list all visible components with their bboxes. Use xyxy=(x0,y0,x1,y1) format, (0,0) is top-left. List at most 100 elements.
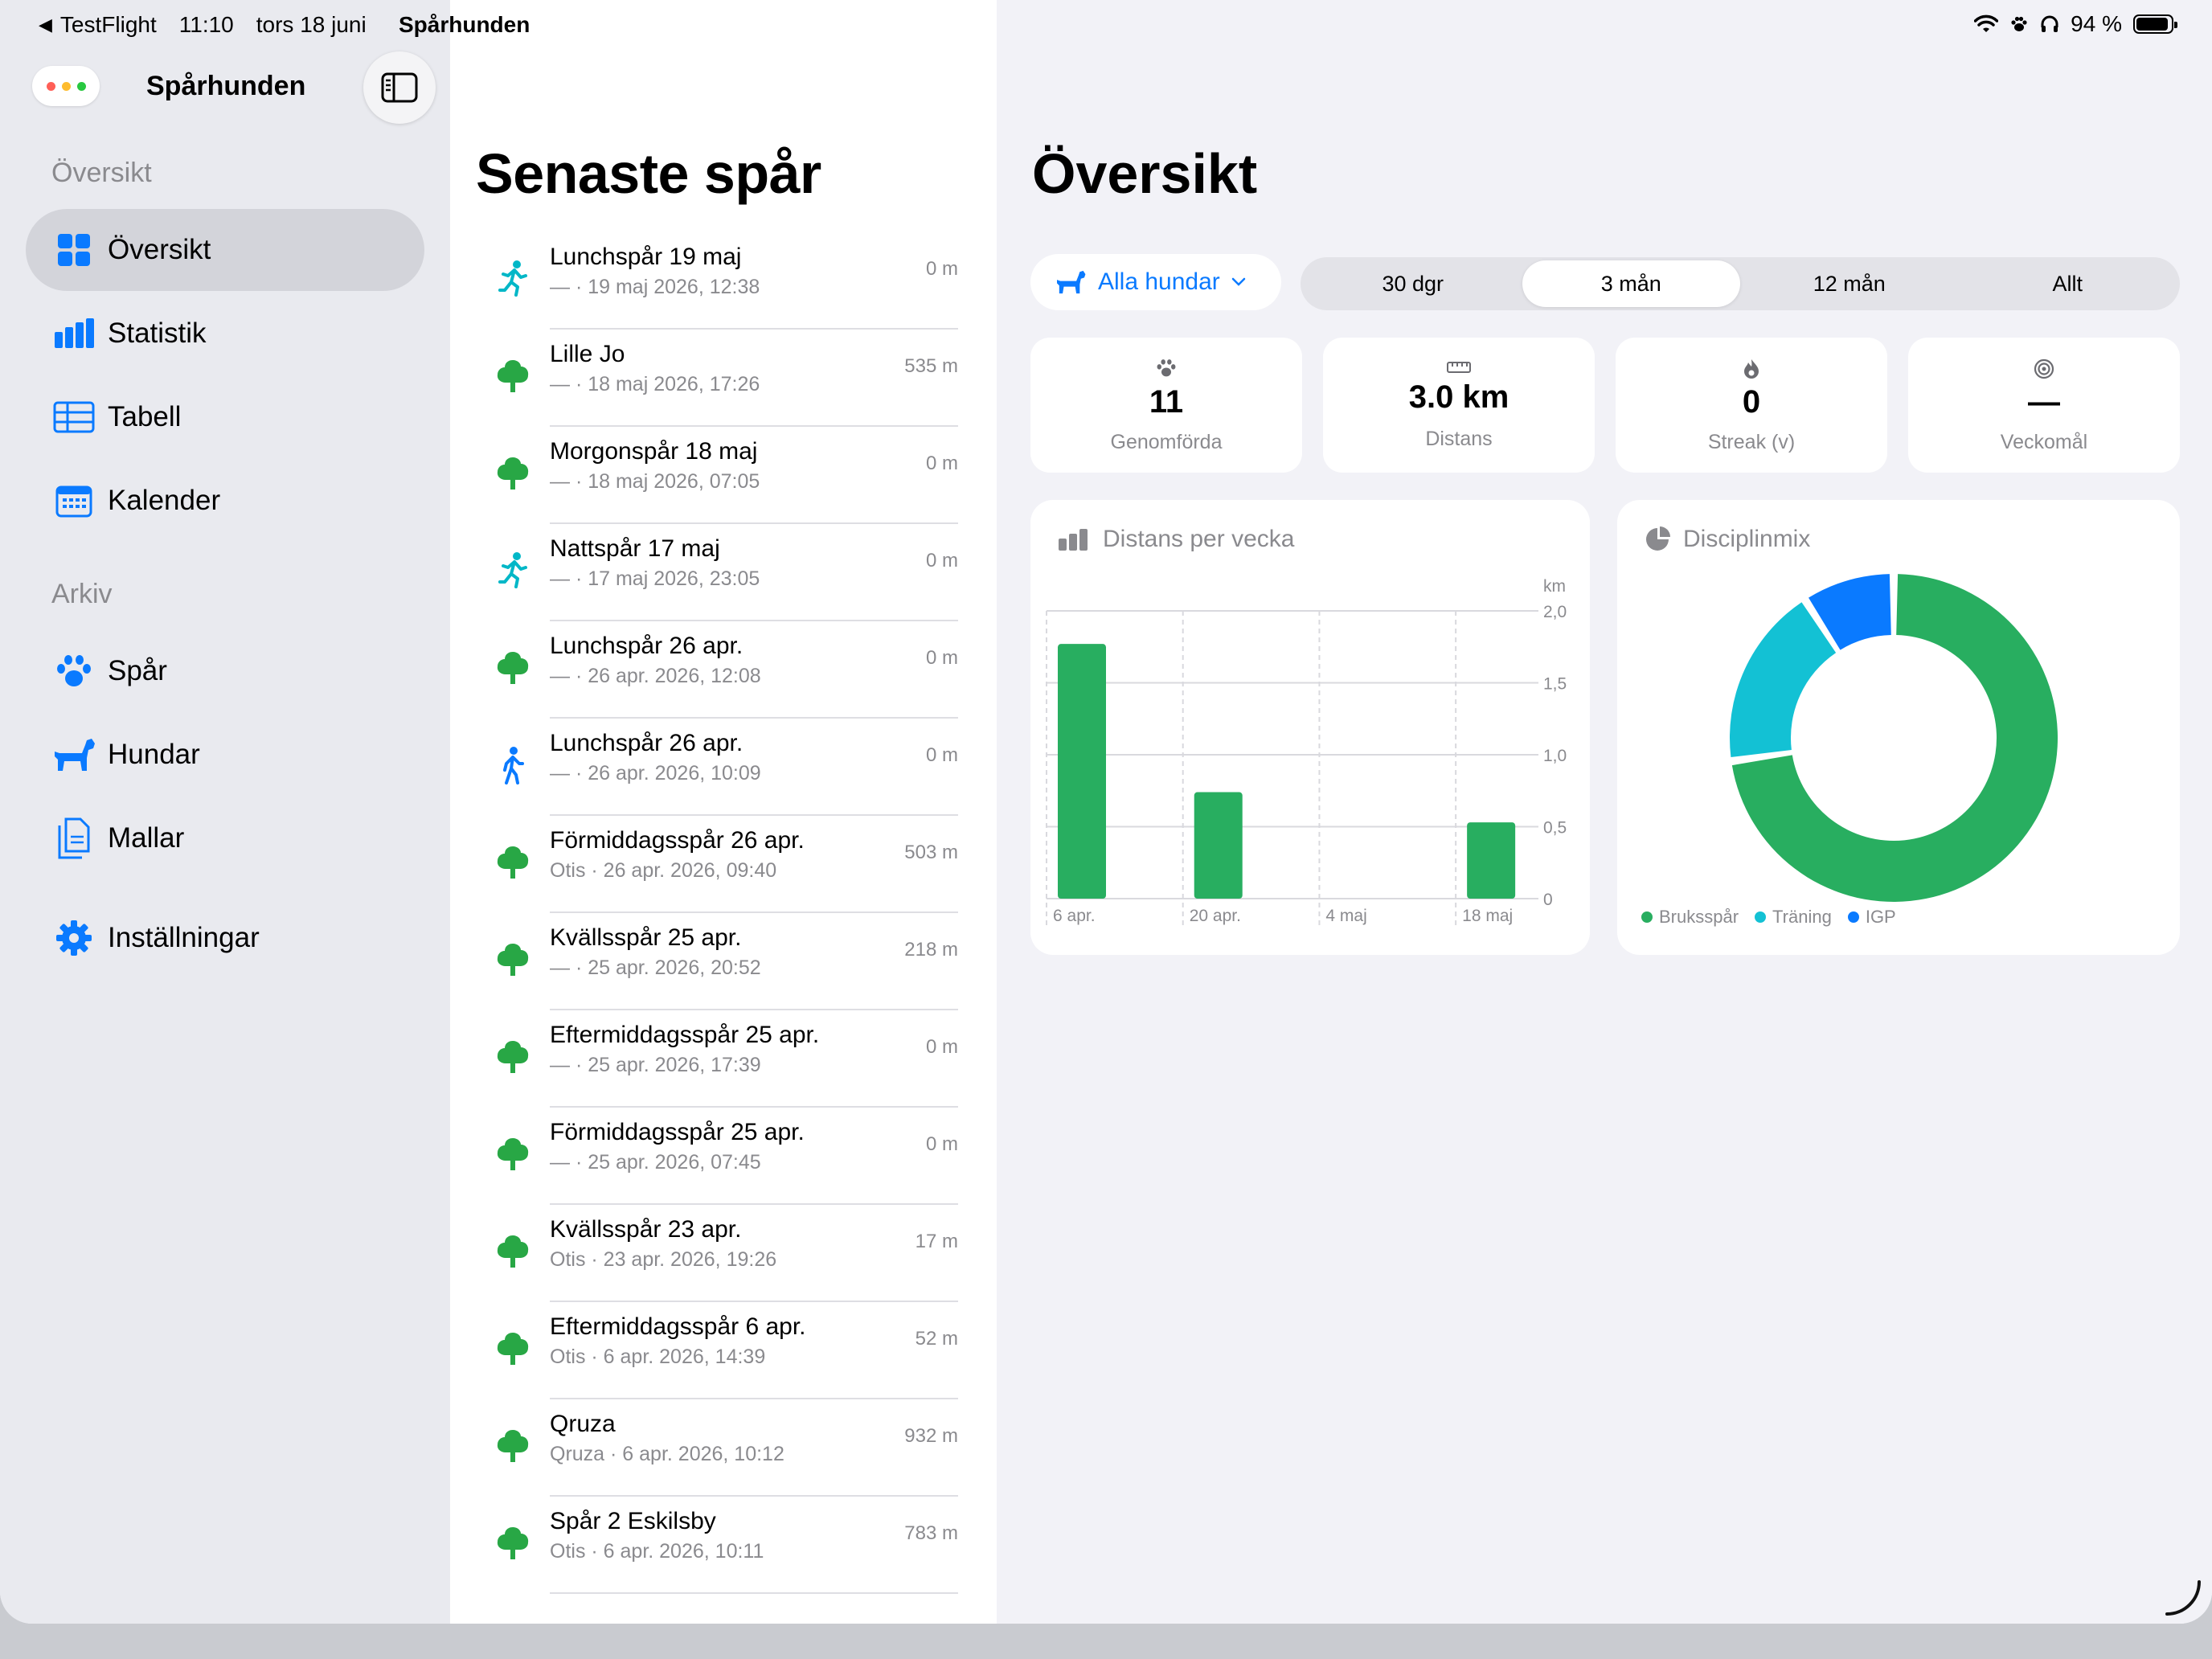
stat-value: 11 xyxy=(1149,384,1184,420)
sidebar-item-mallar[interactable]: Mallar xyxy=(26,797,424,879)
sidebar-item-spar[interactable]: Spår xyxy=(26,630,424,712)
dog-filter-picker[interactable]: Alla hundar xyxy=(1030,254,1281,310)
minimize-dot-icon[interactable] xyxy=(61,81,71,91)
trail-name: Lunchspår 19 maj xyxy=(550,244,742,270)
stat-label: Veckomål xyxy=(2000,431,2088,453)
trail-row[interactable]: Kvällsspår 23 apr. Otis · 23 apr. 2026, … xyxy=(450,1205,997,1302)
legend-swatch xyxy=(1641,911,1653,923)
sidebar-item-installningar[interactable]: Inställningar xyxy=(26,897,424,979)
trail-row[interactable]: Eftermiddagsspår 6 apr. Otis · 6 apr. 20… xyxy=(450,1302,997,1399)
y-axis-unit: km xyxy=(1543,577,1566,596)
period-segmented-control: 30 dgr 3 mån 12 mån Allt xyxy=(1301,257,2180,310)
legend-swatch xyxy=(1755,911,1767,923)
trail-row[interactable]: Morgonspår 18 maj — · 18 maj 2026, 07:05… xyxy=(450,427,997,524)
tree-icon xyxy=(490,1034,535,1079)
trail-meta: Otis · 26 apr. 2026, 09:40 xyxy=(550,859,777,882)
period-3m[interactable]: 3 mån xyxy=(1522,260,1740,307)
headphones-icon xyxy=(2041,15,2058,32)
sidebar-item-label: Översikt xyxy=(108,234,211,265)
period-all[interactable]: Allt xyxy=(1959,260,2177,307)
sidebar-item-statistik[interactable]: Statistik xyxy=(26,293,424,375)
trail-meta: — · 18 maj 2026, 07:05 xyxy=(550,470,760,493)
y-tick-label: 0,5 xyxy=(1543,819,1567,838)
page-title: Senaste spår xyxy=(476,142,821,205)
stat-label: Distans xyxy=(1425,428,1493,450)
period-12m[interactable]: 12 mån xyxy=(1740,260,1959,307)
trail-row[interactable]: Lunchspår 26 apr. — · 26 apr. 2026, 10:0… xyxy=(450,719,997,816)
app-window: ◀ TestFlight 11:10 tors 18 juni Spårhund… xyxy=(0,0,2212,1624)
tree-icon xyxy=(490,1132,535,1177)
sidebar-item-hundar[interactable]: Hundar xyxy=(26,714,424,796)
trail-row[interactable]: Eftermiddagsspår 25 apr. — · 25 apr. 202… xyxy=(450,1010,997,1108)
trail-distance: 17 m xyxy=(915,1231,958,1252)
sidebar-item-label: Statistik xyxy=(108,317,207,349)
zoom-dot-icon[interactable] xyxy=(76,81,86,91)
ruler-icon xyxy=(1447,362,1471,373)
trail-name: Morgonspår 18 maj xyxy=(550,438,758,465)
document-icon xyxy=(51,816,96,861)
trail-row[interactable]: Förmiddagsspår 25 apr. — · 25 apr. 2026,… xyxy=(450,1108,997,1205)
period-30d[interactable]: 30 dgr xyxy=(1304,260,1522,307)
trail-name: Spår 2 Eskilsby xyxy=(550,1508,716,1534)
trail-distance: 52 m xyxy=(915,1328,958,1350)
trail-distance: 0 m xyxy=(925,258,958,280)
close-dot-icon[interactable] xyxy=(46,81,55,91)
sidebar-toggle-icon xyxy=(381,72,418,103)
stat-value: — xyxy=(2028,384,2060,420)
stat-label: Genomförda xyxy=(1110,431,1223,453)
trail-row[interactable]: Lunchspår 19 maj — · 19 maj 2026, 12:38 … xyxy=(450,232,997,330)
trail-name: Förmiddagsspår 26 apr. xyxy=(550,827,805,854)
trail-row[interactable]: Lille Jo — · 18 maj 2026, 17:26 535 m xyxy=(450,330,997,427)
paw-icon xyxy=(51,649,96,694)
sidebar-item-tabell[interactable]: Tabell xyxy=(26,376,424,458)
tree-icon xyxy=(490,840,535,885)
battery-icon xyxy=(2133,14,2177,34)
trail-row[interactable]: Spår 2 Eskilsby Otis · 6 apr. 2026, 10:1… xyxy=(450,1497,997,1594)
sidebar-item-kalender[interactable]: Kalender xyxy=(26,460,424,542)
trail-row[interactable]: Qruza Qruza · 6 apr. 2026, 10:12 932 m xyxy=(450,1399,997,1497)
trail-distance: 535 m xyxy=(904,355,958,377)
trail-row[interactable]: Förmiddagsspår 26 apr. Otis · 26 apr. 20… xyxy=(450,816,997,913)
resize-handle-icon[interactable] xyxy=(2157,1575,2206,1624)
legend-swatch xyxy=(1847,911,1859,923)
stat-card-distance: 3.0 km Distans xyxy=(1323,338,1595,473)
trail-name: Lunchspår 26 apr. xyxy=(550,730,743,756)
trail-distance: 783 m xyxy=(904,1522,958,1544)
trail-row[interactable]: Lunchspår 26 apr. — · 26 apr. 2026, 12:0… xyxy=(450,621,997,719)
stat-card-streak: 0 Streak (v) xyxy=(1616,338,1887,473)
discipline-mix-card: Disciplinmix Bruksspår Träning IGP xyxy=(1617,500,2180,955)
trail-distance: 503 m xyxy=(904,842,958,863)
trail-meta: — · 26 apr. 2026, 12:08 xyxy=(550,665,761,687)
back-to-app[interactable]: ◀ TestFlight 11:10 tors 18 juni xyxy=(39,12,367,38)
bar[interactable] xyxy=(1058,644,1106,899)
bar[interactable] xyxy=(1467,822,1516,899)
donut-legend: Bruksspår Träning IGP xyxy=(1641,907,1896,928)
donut-slice[interactable] xyxy=(1730,602,1837,757)
tree-icon xyxy=(490,1423,535,1469)
trail-row[interactable]: Nattspår 17 maj — · 17 maj 2026, 23:05 0… xyxy=(450,524,997,621)
legend-label: IGP xyxy=(1865,907,1896,927)
gear-icon xyxy=(51,916,96,961)
distance-per-week-card: Distans per vecka 0 0,5 1,0 1,5 2,0 km 6 apr. 2… xyxy=(1030,500,1590,955)
stat-card-weekly-goal: — Veckomål xyxy=(1908,338,2180,473)
trail-meta: — · 26 apr. 2026, 10:09 xyxy=(550,762,761,784)
toggle-sidebar-button[interactable] xyxy=(363,51,436,124)
tree-icon xyxy=(490,354,535,399)
flame-icon xyxy=(1744,359,1759,379)
sidebar-item-label: Inställningar xyxy=(108,922,260,953)
walk-icon xyxy=(490,743,535,788)
trail-distance: 0 m xyxy=(925,744,958,766)
trail-meta: — · 25 apr. 2026, 17:39 xyxy=(550,1054,761,1076)
trail-name: Eftermiddagsspår 25 apr. xyxy=(550,1022,820,1048)
sidebar-item-oversikt[interactable]: Översikt xyxy=(26,209,424,291)
trail-row[interactable]: Kvällsspår 25 apr. — · 25 apr. 2026, 20:… xyxy=(450,913,997,1010)
legend-item: Bruksspår xyxy=(1641,907,1739,928)
trail-name: Kvällsspår 23 apr. xyxy=(550,1216,742,1243)
sidebar-title: Spårhunden xyxy=(146,71,306,101)
bar[interactable] xyxy=(1194,792,1243,899)
window-controls[interactable] xyxy=(32,66,100,106)
status-indicators: 94 % xyxy=(1974,11,2177,37)
x-tick-label: 6 apr. xyxy=(1053,907,1096,925)
stat-label: Streak (v) xyxy=(1707,431,1796,453)
back-arrow-icon: ◀ xyxy=(39,14,52,35)
